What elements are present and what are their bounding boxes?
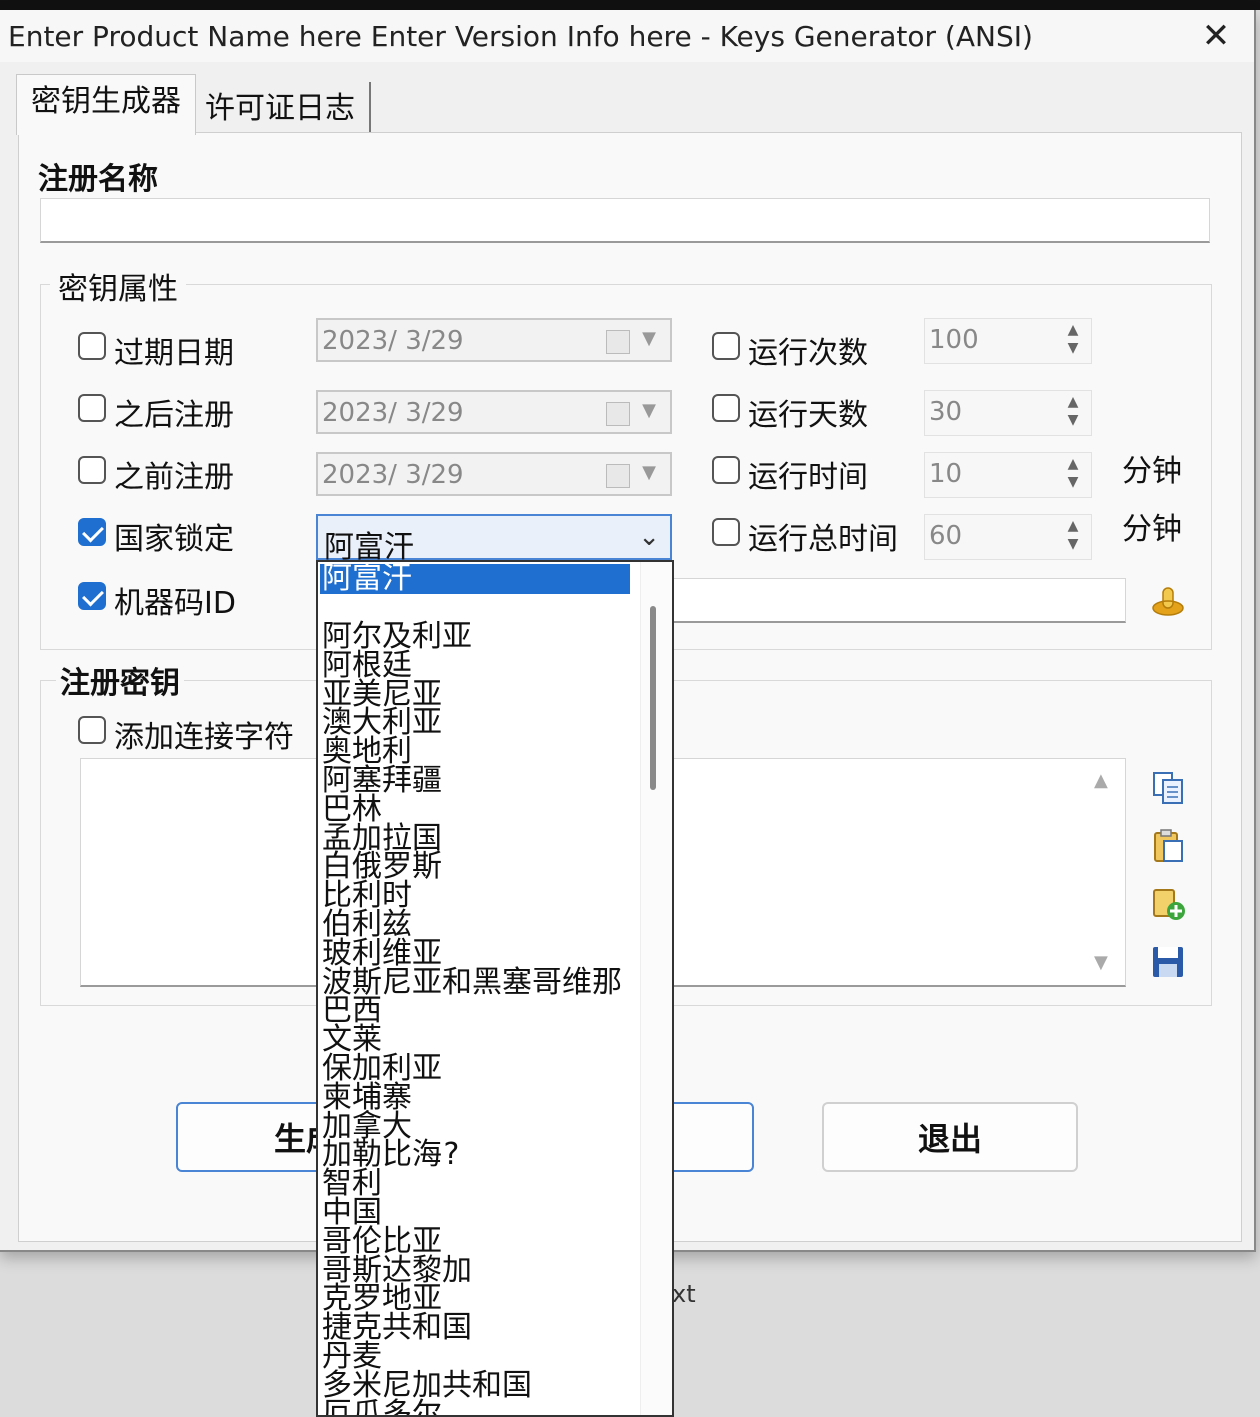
copy-icon[interactable] — [1150, 770, 1186, 806]
fingerprint-icon[interactable] — [1150, 582, 1186, 618]
run-time-spinner[interactable]: 10 ▲ ▼ — [924, 452, 1092, 498]
total-run-time-unit: 分钟 — [1122, 512, 1182, 547]
machine-id-checkbox[interactable] — [78, 582, 106, 610]
scroll-up-icon[interactable]: ▲ — [1094, 770, 1108, 791]
dropdown-item[interactable]: 厄瓜多尔 — [322, 1399, 442, 1415]
chevron-down-icon: ▼ — [642, 328, 656, 349]
run-days-spinner[interactable]: 30 ▲ ▼ — [924, 390, 1092, 436]
run-time-unit: 分钟 — [1122, 454, 1182, 489]
spin-arrows-icon[interactable]: ▲ ▼ — [1059, 321, 1087, 361]
country-select[interactable]: 阿富汗 ⌄ — [316, 514, 672, 565]
add-document-icon[interactable] — [1150, 886, 1186, 922]
register-after-label: 之后注册 — [114, 398, 234, 433]
register-before-date-value: 2023/ 3/29 — [322, 460, 464, 490]
dropdown-scroll-thumb[interactable] — [650, 606, 656, 790]
exit-button[interactable]: 退出 — [822, 1102, 1078, 1172]
spin-arrows-icon[interactable]: ▲ ▼ — [1059, 455, 1087, 495]
total-run-time-label: 运行总时间 — [748, 522, 898, 557]
title-bar[interactable]: Enter Product Name here Enter Version In… — [0, 10, 1254, 62]
register-before-checkbox[interactable] — [78, 456, 106, 484]
run-count-label: 运行次数 — [748, 336, 868, 371]
spin-arrows-icon[interactable]: ▲ ▼ — [1059, 517, 1087, 557]
window-title: Enter Product Name here Enter Version In… — [8, 20, 1033, 53]
machine-id-label: 机器码ID — [114, 586, 236, 621]
run-days-value: 30 — [929, 397, 963, 427]
scroll-down-icon[interactable]: ▼ — [1094, 952, 1108, 973]
register-after-date-value: 2023/ 3/29 — [322, 398, 464, 428]
country-lock-checkbox[interactable] — [78, 518, 106, 546]
run-count-spinner[interactable]: 100 ▲ ▼ — [924, 318, 1092, 364]
register-before-label: 之前注册 — [114, 460, 234, 495]
run-time-label: 运行时间 — [748, 460, 868, 495]
run-time-value: 10 — [929, 459, 963, 489]
save-icon[interactable] — [1150, 944, 1186, 980]
run-days-checkbox[interactable] — [712, 394, 740, 422]
key-properties-legend: 密钥属性 — [50, 264, 186, 308]
run-days-label: 运行天数 — [748, 398, 868, 433]
add-separator-label: 添加连接字符 — [114, 720, 294, 755]
registration-name-input[interactable] — [40, 198, 1210, 243]
expiry-date-picker[interactable]: 2023/ 3/29 ▼ — [316, 318, 672, 362]
chevron-down-icon: ▼ — [642, 462, 656, 483]
paste-icon[interactable] — [1150, 828, 1186, 864]
register-after-checkbox[interactable] — [78, 394, 106, 422]
calendar-icon — [606, 330, 630, 354]
total-run-time-checkbox[interactable] — [712, 518, 740, 546]
machine-id-input[interactable] — [672, 578, 1126, 623]
chevron-down-icon: ⌄ — [638, 522, 660, 552]
registration-name-label: 注册名称 — [38, 162, 158, 197]
tab-key-generator[interactable]: 密钥生成器 — [16, 74, 196, 135]
calendar-icon — [606, 402, 630, 426]
country-lock-label: 国家锁定 — [114, 522, 234, 557]
run-count-checkbox[interactable] — [712, 332, 740, 360]
expiry-date-value: 2023/ 3/29 — [322, 326, 464, 356]
total-run-time-spinner[interactable]: 60 ▲ ▼ — [924, 514, 1092, 560]
register-before-date-picker[interactable]: 2023/ 3/29 ▼ — [316, 452, 672, 496]
run-count-value: 100 — [929, 325, 979, 355]
expiry-date-checkbox[interactable] — [78, 332, 106, 360]
tab-license-log[interactable]: 许可证日志 — [190, 82, 371, 136]
dropdown-scroll-track[interactable] — [640, 562, 672, 1415]
register-after-date-picker[interactable]: 2023/ 3/29 ▼ — [316, 390, 672, 434]
chevron-down-icon: ▼ — [642, 400, 656, 421]
screen-top-edge — [0, 0, 1260, 10]
country-dropdown-list[interactable]: 阿富汗 阿尔及利亚 阿根廷 亚美尼亚 澳大利亚 奥地利 阿塞拜疆 巴林 孟加拉国 白俄罗斯 比利时… — [316, 560, 674, 1417]
expiry-date-label: 过期日期 — [114, 336, 234, 371]
run-time-checkbox[interactable] — [712, 456, 740, 484]
background-window-text: xt — [672, 1280, 696, 1308]
total-run-time-value: 60 — [929, 521, 963, 551]
close-button[interactable]: ✕ — [1196, 16, 1236, 56]
dropdown-selected-item[interactable]: 阿富汗 — [322, 564, 412, 594]
calendar-icon — [606, 464, 630, 488]
add-separator-checkbox[interactable] — [78, 716, 106, 744]
registration-key-legend: 注册密钥 — [56, 658, 184, 702]
spin-arrows-icon[interactable]: ▲ ▼ — [1059, 393, 1087, 433]
